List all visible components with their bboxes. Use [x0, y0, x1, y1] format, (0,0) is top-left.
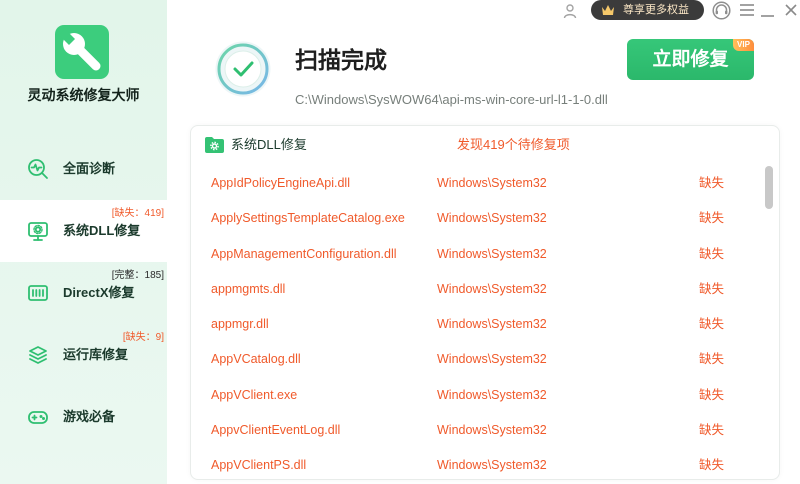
sidebar-item-directx[interactable]: [完整：185] DirectX修复 [0, 262, 167, 324]
vip-benefits-label: 尊享更多权益 [623, 4, 689, 16]
table-row: AppvClientEventLog.dll Windows\System32 … [191, 413, 779, 448]
list-scrollbar[interactable] [765, 166, 773, 209]
status-badge: [完整：185] [111, 270, 164, 281]
wrench-icon [55, 25, 109, 79]
minimize-icon[interactable] [761, 8, 774, 20]
repair-now-label: 立即修复 [652, 49, 729, 70]
file-status: 缺失 [699, 458, 725, 472]
sidebar-item-diagnose[interactable]: 全面诊断 [0, 138, 167, 200]
file-name: AppVClientPS.dll [211, 458, 307, 472]
sidebar-item-label: DirectX修复 [63, 285, 135, 300]
file-name: AppVClient.exe [211, 387, 298, 402]
panel-summary: 发现419个待修复项 [457, 137, 570, 152]
service-icon[interactable] [712, 1, 731, 20]
file-name: AppManagementConfiguration.dll [211, 246, 397, 261]
missing-files-list: AppIdPolicyEngineApi.dll Windows\System3… [191, 166, 779, 472]
sidebar-item-system-dll[interactable]: [缺失：419] 系统DLL修复 [0, 200, 167, 262]
gamepad-icon [28, 411, 48, 424]
file-status: 缺失 [699, 423, 725, 438]
file-name: AppVCatalog.dll [211, 352, 301, 367]
result-panel: 系统DLL修复 发现419个待修复项 AppIdPolicyEngineApi.… [190, 125, 780, 480]
table-row: ApplySettingsTemplateCatalog.exe Windows… [191, 201, 779, 236]
file-path: Windows\System32 [437, 281, 547, 296]
sidebar-item-label: 游戏必备 [63, 409, 116, 424]
file-status: 缺失 [699, 352, 725, 367]
sidebar-item-label: 全面诊断 [63, 161, 116, 176]
crown-icon [602, 5, 614, 15]
monitor-gear-icon [28, 222, 48, 241]
table-row: appmgmts.dll Windows\System32 缺失 [191, 272, 779, 307]
file-status: 缺失 [699, 211, 725, 226]
file-path: Windows\System32 [437, 246, 547, 261]
sidebar-item-label: 运行库修复 [63, 347, 129, 362]
file-status: 缺失 [699, 387, 725, 402]
sidebar-item-runtime[interactable]: [缺失：9] 运行库修复 [0, 324, 167, 386]
current-file-path: C:\Windows\SysWOW64\api-ms-win-core-url-… [295, 92, 608, 107]
diagnose-icon [28, 159, 48, 179]
file-path: Windows\System32 [437, 352, 547, 367]
check-circle-icon [215, 41, 271, 97]
page-title: 扫描完成 [295, 47, 387, 73]
table-row: AppVClientPS.dll Windows\System32 缺失 [191, 448, 779, 472]
file-status: 缺失 [699, 317, 725, 332]
file-status: 缺失 [699, 246, 725, 261]
file-path: Windows\System32 [437, 423, 547, 438]
folder-gear-icon [205, 137, 224, 153]
file-status: 缺失 [699, 281, 725, 296]
file-path: Windows\System32 [437, 317, 547, 332]
table-row: AppVClient.exe Windows\System32 缺失 [191, 378, 779, 413]
sidebar-item-label: 系统DLL修复 [63, 223, 141, 238]
directx-icon [28, 285, 48, 301]
file-path: Windows\System32 [437, 211, 547, 226]
vip-badge: VIP [733, 39, 754, 51]
menu-icon[interactable] [740, 4, 754, 16]
close-icon[interactable] [785, 4, 797, 16]
vip-benefits-button[interactable]: 尊享更多权益 [591, 0, 704, 20]
sidebar-item-games[interactable]: 游戏必备 [0, 386, 167, 448]
panel-title: 系统DLL修复 [231, 137, 307, 152]
layers-icon [29, 346, 47, 364]
app-name: 灵动系统修复大师 [27, 87, 140, 103]
file-name: AppIdPolicyEngineApi.dll [211, 176, 350, 190]
file-status: 缺失 [699, 176, 725, 190]
file-name: ApplySettingsTemplateCatalog.exe [211, 211, 405, 226]
file-name: appmgr.dll [211, 317, 269, 332]
file-name: AppvClientEventLog.dll [211, 423, 341, 438]
sidebar: 灵动系统修复大师 全面诊断 [缺失：419] 系统DLL修复 [完整：185] … [0, 0, 167, 484]
file-path: Windows\System32 [437, 458, 547, 472]
file-path: Windows\System32 [437, 387, 547, 402]
table-row: AppVCatalog.dll Windows\System32 缺失 [191, 342, 779, 377]
status-badge: [缺失：419] [111, 208, 164, 219]
table-row: appmgr.dll Windows\System32 缺失 [191, 307, 779, 342]
table-row: AppIdPolicyEngineApi.dll Windows\System3… [191, 166, 779, 201]
status-badge: [缺失：9] [122, 332, 164, 343]
user-icon[interactable] [562, 3, 578, 19]
repair-now-button[interactable]: 立即修复 VIP [627, 39, 754, 80]
file-path: Windows\System32 [437, 176, 547, 190]
file-name: appmgmts.dll [211, 281, 286, 296]
table-row: AppManagementConfiguration.dll Windows\S… [191, 237, 779, 272]
